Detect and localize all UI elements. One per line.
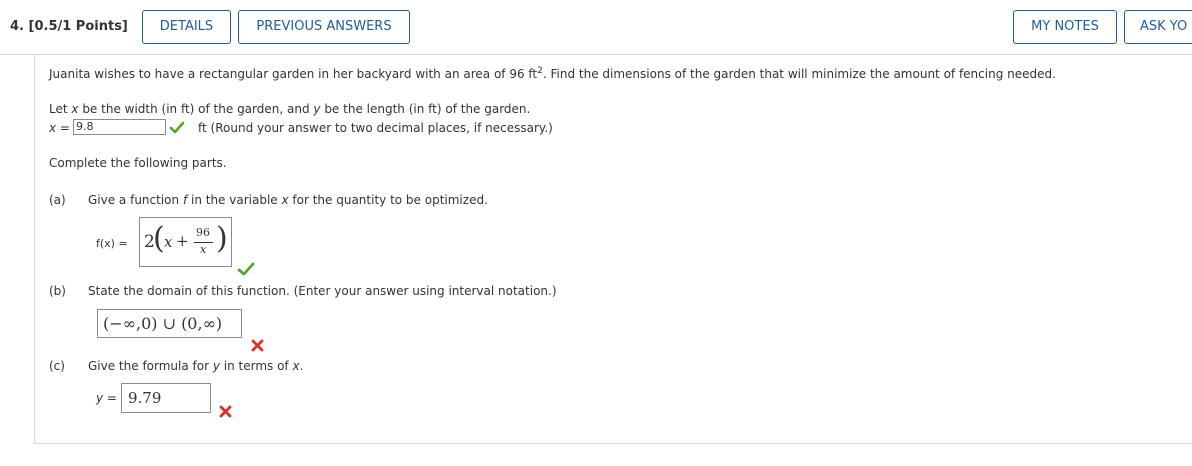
x-answer-label: x =: [49, 121, 70, 135]
previous-answers-button[interactable]: PREVIOUS ANSWERS: [238, 10, 410, 44]
correct-check-icon: [169, 121, 185, 134]
part-b-incorrect-x-icon: [251, 339, 264, 352]
part-a-label: f(x) =: [96, 237, 128, 250]
x-answer-input[interactable]: 9.8: [73, 119, 166, 135]
question-intro: Juanita wishes to have a rectangular gar…: [49, 66, 1056, 81]
part-a-correct-check-icon: [237, 262, 255, 276]
part-c-letter: (c): [49, 359, 65, 373]
question-header: 4. [0.5/1 Points] DETAILS PREVIOUS ANSWE…: [0, 0, 1192, 55]
part-c-answer-input[interactable]: 9.79: [121, 383, 211, 413]
part-a-letter: (a): [49, 193, 66, 207]
part-b-prompt: State the domain of this function. (Ente…: [88, 284, 557, 298]
part-c-incorrect-x-icon: [219, 405, 232, 418]
complete-parts-text: Complete the following parts.: [49, 156, 227, 170]
part-c-prompt: Give the formula for y in terms of x.: [88, 359, 304, 373]
part-a-answer-input[interactable]: 2 ( x + 96 x ): [139, 217, 232, 267]
question-title: 4. [0.5/1 Points]: [10, 19, 128, 34]
part-b-letter: (b): [49, 284, 66, 298]
part-c-label: y =: [96, 391, 117, 405]
my-notes-button[interactable]: MY NOTES: [1013, 10, 1117, 44]
ask-your-teacher-button[interactable]: ASK YO: [1124, 10, 1192, 44]
part-b-answer-input[interactable]: (−∞,0) ∪ (0,∞): [97, 309, 242, 338]
part-a-prompt: Give a function f in the variable x for …: [88, 193, 488, 207]
details-button[interactable]: DETAILS: [142, 10, 231, 44]
variable-definition: Let x be the width (in ft) of the garden…: [49, 102, 531, 116]
x-answer-hint: ft (Round your answer to two decimal pla…: [198, 121, 553, 135]
